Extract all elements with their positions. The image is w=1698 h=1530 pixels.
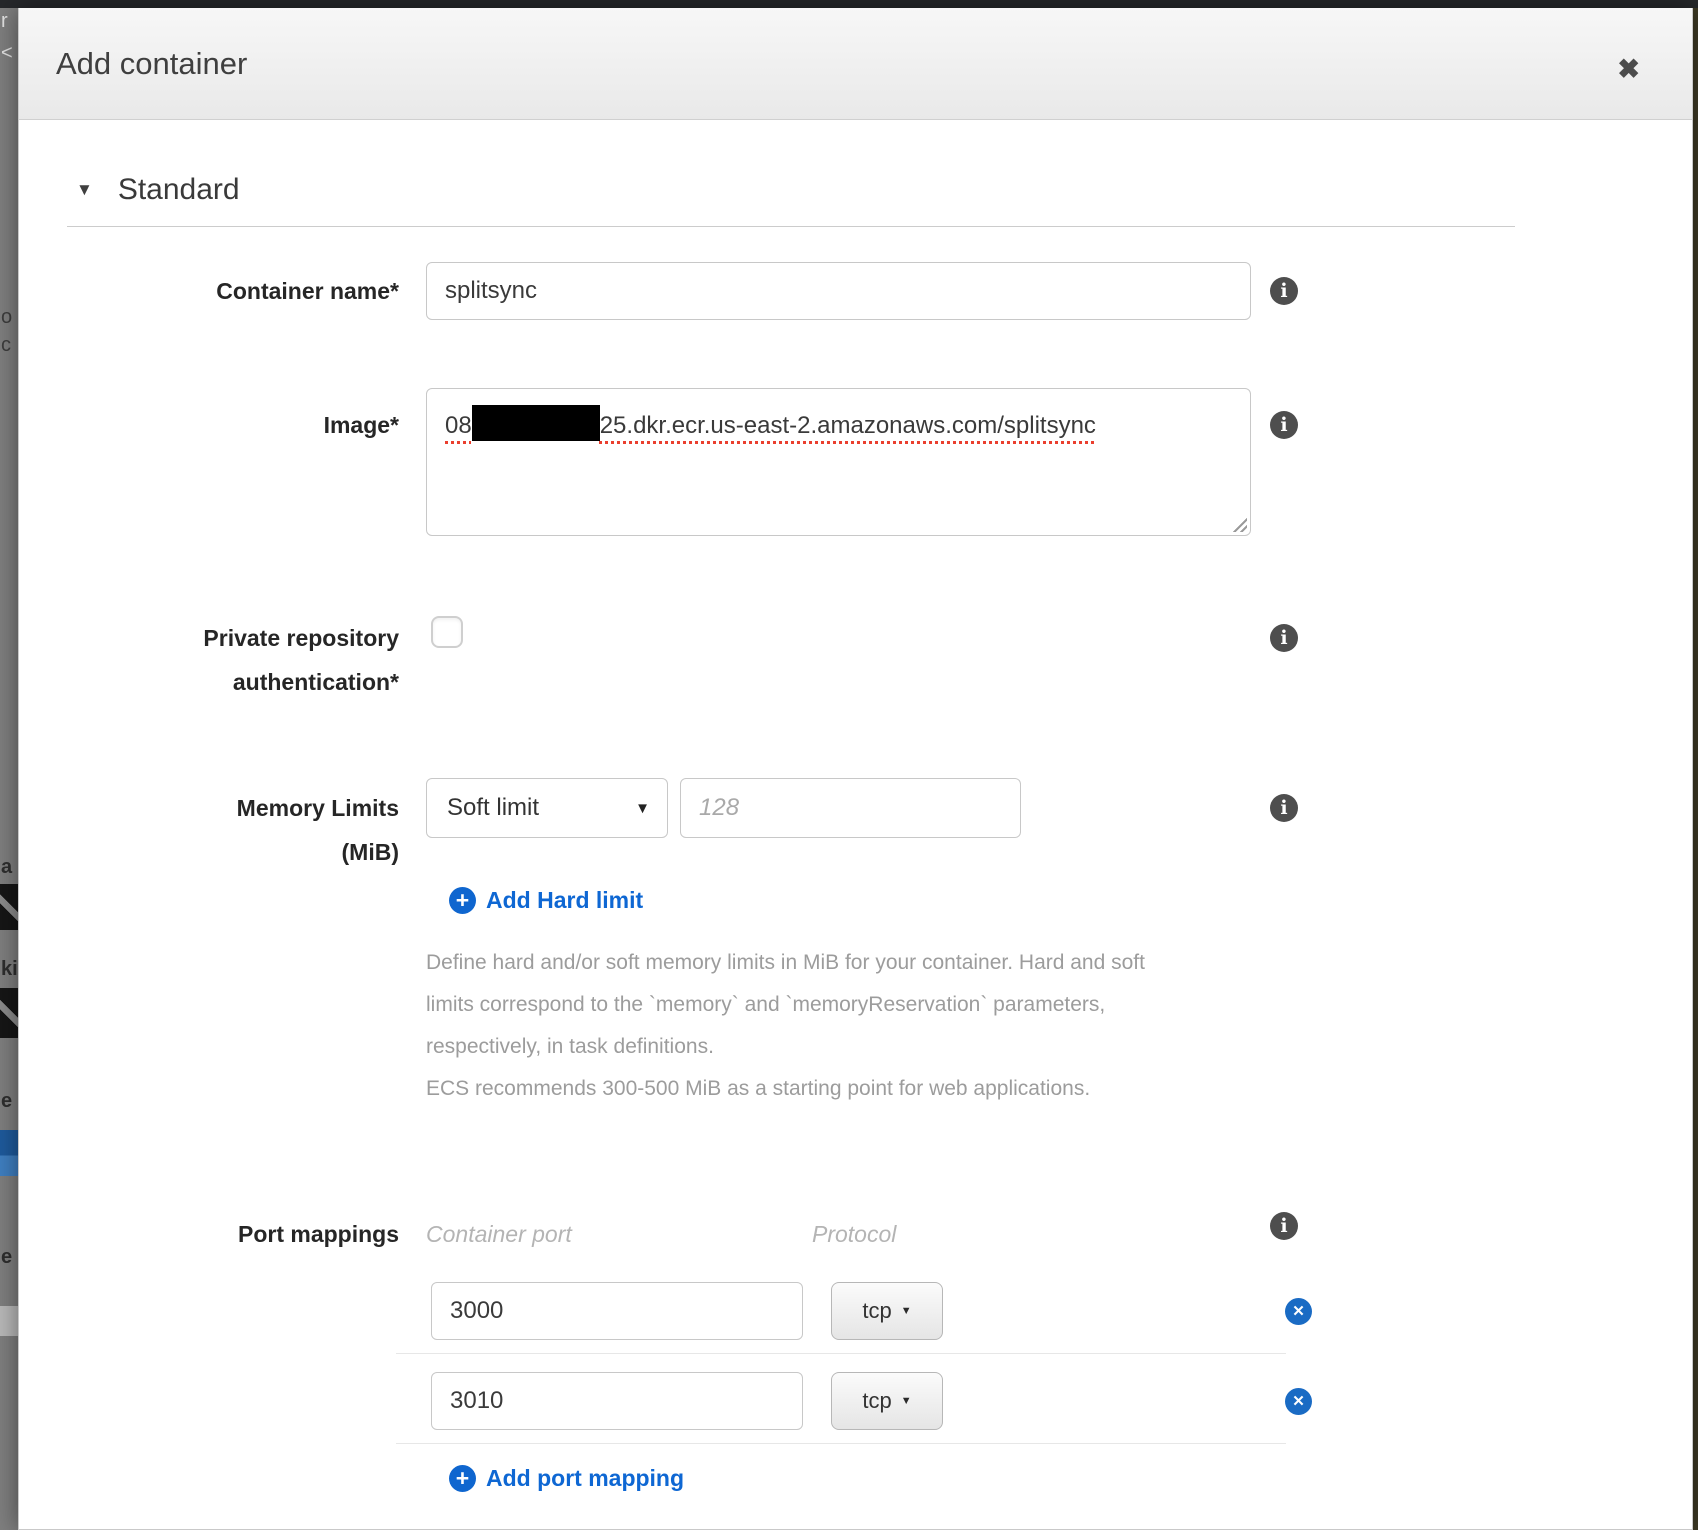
backdrop-text-fragment: ki — [1, 958, 18, 981]
private-repo-label: Private repository authentication* — [39, 616, 399, 704]
resize-handle-icon[interactable] — [1232, 517, 1247, 532]
background-right-edge — [1693, 8, 1698, 1530]
backdrop-text-fragment: r — [1, 10, 18, 33]
protocol-value: tcp — [862, 1388, 891, 1414]
background-topbar — [0, 0, 1698, 8]
add-port-mapping-link[interactable]: + Add port mapping — [449, 1458, 684, 1498]
row-divider — [396, 1353, 1286, 1354]
add-hard-limit-link[interactable]: + Add Hard limit — [449, 880, 643, 920]
container-port-column-header: Container port — [426, 1212, 572, 1256]
memory-value-input[interactable] — [680, 778, 1021, 838]
section-standard-header[interactable]: ▼ Standard — [76, 168, 240, 212]
memory-limit-type-select[interactable]: Soft limit ▼ — [426, 778, 668, 838]
dialog-header: Add container ✖ — [19, 8, 1692, 120]
container-name-input[interactable] — [426, 262, 1251, 320]
close-icon[interactable]: ✖ — [1617, 56, 1640, 83]
private-repo-checkbox[interactable] — [431, 616, 463, 648]
add-container-dialog: Add container ✖ ▼ Standard Container nam… — [18, 8, 1693, 1530]
info-icon[interactable]: i — [1270, 624, 1298, 652]
backdrop-light-block — [0, 1306, 18, 1336]
memory-limits-label: Memory Limits (MiB) — [39, 786, 399, 874]
backdrop-logo-block — [0, 988, 18, 1038]
backdrop-text-fragment: e — [1, 1246, 18, 1269]
plus-icon: + — [449, 887, 476, 914]
chevron-down-icon: ▼ — [635, 800, 650, 817]
container-port-input[interactable] — [431, 1282, 803, 1340]
container-port-input[interactable] — [431, 1372, 803, 1430]
info-icon[interactable]: i — [1270, 277, 1298, 305]
protocol-select[interactable]: tcp ▼ — [831, 1372, 943, 1430]
info-icon[interactable]: i — [1270, 1212, 1298, 1240]
section-divider — [67, 226, 1515, 227]
backdrop-text-fragment: o — [1, 306, 18, 329]
chevron-down-icon: ▼ — [901, 1305, 912, 1317]
backdrop-text-fragment: < — [1, 42, 18, 65]
image-value: 0825.dkr.ecr.us-east-2.amazonaws.com/spl… — [445, 412, 1096, 439]
memory-limit-type-value: Soft limit — [447, 794, 539, 822]
port-mappings-label: Port mappings — [39, 1212, 399, 1256]
backdrop-text-fragment: a — [1, 856, 18, 879]
redaction-box — [472, 405, 600, 441]
info-icon[interactable]: i — [1270, 411, 1298, 439]
backdrop-logo-block — [0, 884, 18, 930]
info-icon[interactable]: i — [1270, 794, 1298, 822]
memory-help-text: Define hard and/or soft memory limits in… — [426, 942, 1236, 1110]
backdrop-text-fragment: e — [1, 1090, 18, 1113]
plus-icon: + — [449, 1465, 476, 1492]
image-label: Image* — [39, 403, 399, 447]
backdrop-text-fragment: c — [1, 334, 18, 357]
protocol-select[interactable]: tcp ▼ — [831, 1282, 943, 1340]
protocol-value: tcp — [862, 1298, 891, 1324]
backdrop-blue-block — [0, 1130, 18, 1176]
image-textarea[interactable]: 0825.dkr.ecr.us-east-2.amazonaws.com/spl… — [426, 388, 1251, 536]
container-name-label: Container name* — [39, 269, 399, 313]
chevron-down-icon[interactable]: ▼ — [76, 180, 93, 200]
screen: r < o c a ki e e Add container ✖ ▼ Stand… — [0, 0, 1698, 1530]
protocol-column-header: Protocol — [812, 1212, 896, 1256]
row-divider — [396, 1443, 1286, 1444]
section-title: Standard — [118, 173, 240, 207]
remove-port-icon[interactable]: ✕ — [1285, 1298, 1312, 1325]
chevron-down-icon: ▼ — [901, 1395, 912, 1407]
remove-port-icon[interactable]: ✕ — [1285, 1388, 1312, 1415]
page-title: Add container — [56, 46, 247, 82]
